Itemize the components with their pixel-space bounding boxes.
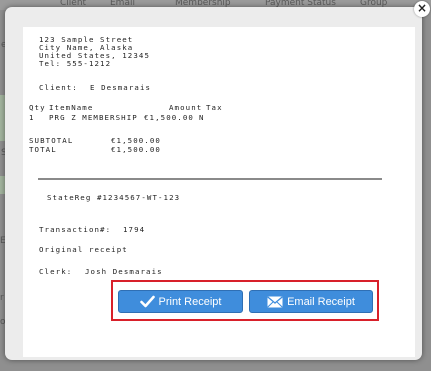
email-receipt-button[interactable]: Email Receipt	[249, 290, 373, 313]
client-name: E Desmarais	[90, 83, 152, 92]
item-name: PRG Z MEMBERSHIP	[49, 113, 138, 122]
client-label: Client:	[39, 83, 78, 92]
clerk-name: Josh Desmarais	[85, 267, 163, 276]
email-receipt-label: Email Receipt	[287, 295, 355, 308]
transaction-label: Transaction#:	[39, 225, 112, 234]
transaction-number: 1794	[123, 225, 146, 234]
checkmark-icon	[139, 295, 155, 308]
total-value: €1,500.00	[111, 145, 161, 154]
item-qty: 1	[29, 113, 35, 122]
envelope-icon	[267, 296, 283, 308]
close-icon: ×	[416, 1, 428, 15]
subtotal-label: SUBTOTAL	[29, 136, 74, 145]
column-header-qty: Qty	[29, 103, 46, 112]
store-phone: Tel: 555-1212	[39, 59, 112, 68]
subtotal-value: €1,500.00	[111, 136, 161, 145]
column-header-item: ItemName	[49, 103, 94, 112]
receipt-divider	[38, 178, 382, 180]
clerk-label: Clerk:	[39, 267, 73, 276]
item-tax: N	[199, 113, 205, 122]
column-header-amount: Amount	[169, 103, 203, 112]
item-amount: €1,500.00	[144, 113, 194, 122]
state-registration: StateReg #1234567-WT-123	[47, 193, 181, 202]
column-header-tax: Tax	[206, 103, 223, 112]
print-receipt-button[interactable]: Print Receipt	[118, 290, 243, 313]
close-button[interactable]: ×	[414, 1, 430, 17]
total-label: TOTAL	[29, 145, 57, 154]
receipt-type: Original receipt	[39, 245, 128, 254]
background-fragment: r	[0, 293, 4, 303]
print-receipt-label: Print Receipt	[158, 295, 222, 308]
